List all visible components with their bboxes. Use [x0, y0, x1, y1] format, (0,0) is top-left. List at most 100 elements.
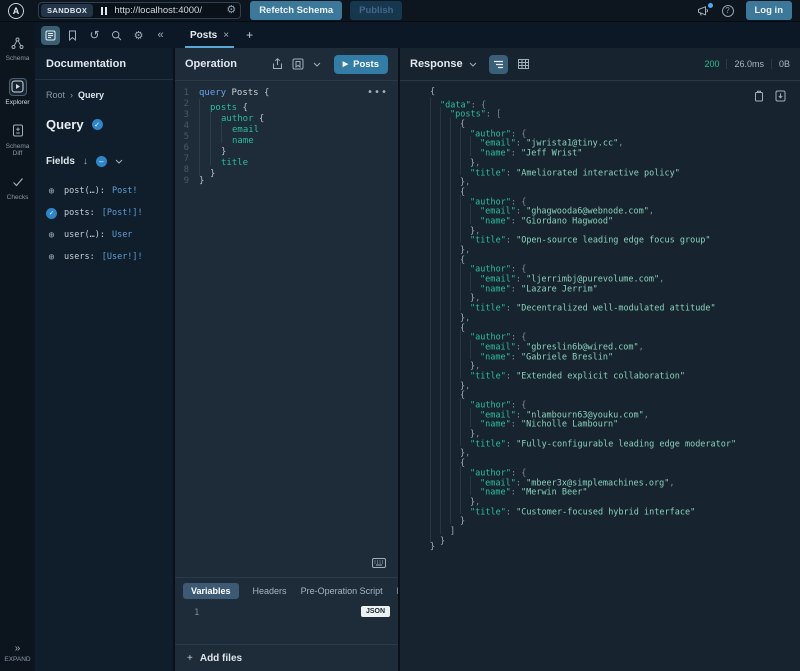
response-metrics: 200 26.0ms 0B	[704, 59, 790, 69]
new-tab-button[interactable]: +	[246, 28, 253, 42]
notification-dot	[708, 3, 713, 8]
download-response-icon[interactable]	[775, 90, 786, 102]
sidebar-item-schema[interactable]: Schema	[6, 34, 30, 63]
response-json-line: }	[430, 543, 800, 553]
response-json-line: "author": {	[430, 195, 800, 205]
operation-panel: Operation ▶ Posts	[175, 48, 400, 671]
apollo-sandbox-app: A SANDBOX http://localhost:4000/ ⚙ Refet…	[0, 0, 800, 671]
field-type-link[interactable]: [Post!]!	[102, 208, 143, 218]
settings-gear-icon[interactable]: ⚙	[129, 26, 148, 45]
operation-bottom-tabs: Variables Headers Pre-Operation Script Post…	[175, 578, 398, 602]
save-options-chevron-icon[interactable]	[313, 62, 321, 67]
response-json-line: "data": {	[430, 98, 800, 108]
connection-settings-gear-icon[interactable]: ⚙	[226, 5, 236, 16]
documentation-panel: Documentation Root › Query Query ✓ Field	[35, 48, 175, 671]
field-item[interactable]: ⊕users:[User!]!	[46, 246, 162, 268]
operation-settings-section: Variables Headers Pre-Operation Script Post…	[175, 577, 398, 671]
pause-polling-icon[interactable]	[101, 7, 107, 15]
endpoint-url-input[interactable]: http://localhost:4000/	[114, 5, 226, 16]
response-json-line: "author": {	[430, 466, 800, 476]
operation-bottom-tab-pre-operation-script[interactable]: Pre-Operation Script	[301, 583, 383, 599]
help-icon[interactable]: ?	[722, 5, 734, 17]
query-line: 8}	[175, 165, 398, 176]
response-json-line: "title": "Decentralized well-modulated a…	[430, 301, 800, 311]
login-button[interactable]: Log in	[746, 1, 793, 20]
collapse-panel-icon[interactable]: «	[151, 26, 170, 45]
operation-tab-posts[interactable]: Posts ×	[187, 22, 232, 48]
query-line: 4email	[175, 121, 398, 132]
operation-bottom-tab-variables[interactable]: Variables	[183, 583, 239, 599]
response-json-line: "posts": [	[430, 107, 800, 117]
field-plus-circle-icon[interactable]: ⊕	[46, 230, 57, 241]
share-operation-icon[interactable]	[272, 58, 283, 70]
response-json-line: "title": "Fully-configurable leading edg…	[430, 437, 800, 447]
field-plus-circle-icon[interactable]: ⊕	[46, 186, 57, 197]
filter-minus-icon[interactable]: –	[96, 156, 107, 167]
close-tab-icon[interactable]: ×	[223, 30, 229, 41]
documentation-panel-icon[interactable]	[41, 26, 60, 45]
response-json-line: "author": {	[430, 398, 800, 408]
response-json-line: "email": "jwrista1@tiny.cc",	[430, 136, 800, 146]
sandbox-badge: SANDBOX	[41, 4, 93, 17]
query-editor[interactable]: 1query Posts {2posts {3author {4email5na…	[175, 81, 398, 577]
search-icon[interactable]	[107, 26, 126, 45]
run-operation-button[interactable]: ▶ Posts	[334, 55, 388, 74]
breadcrumb-root[interactable]: Root	[46, 90, 65, 100]
sort-arrow-icon[interactable]: ↓	[83, 156, 88, 167]
response-json-line: "title": "Customer-focused hybrid interf…	[430, 505, 800, 515]
response-json-line: {	[430, 456, 800, 466]
field-item[interactable]: ⊕ post(…): Post!	[46, 180, 162, 202]
field-name: post(…):	[64, 186, 105, 196]
play-icon: ▶	[343, 60, 348, 68]
fields-chevron-down-icon[interactable]	[115, 159, 123, 164]
type-selected-check-icon: ✓	[92, 119, 103, 130]
response-size: 0B	[779, 59, 790, 69]
sidebar-expand-button[interactable]: » EXPAND	[4, 643, 30, 671]
response-json-line: ]	[430, 524, 800, 534]
save-to-collection-icon[interactable]	[292, 58, 304, 70]
response-json-line: "title": "Extended explicit collaboratio…	[430, 369, 800, 379]
response-json-line: "email": "ghagwooda6@webnode.com",	[430, 204, 800, 214]
checks-checkmark-icon	[9, 173, 27, 191]
add-files-button[interactable]: + Add files	[175, 644, 398, 671]
query-line: 5name	[175, 132, 398, 143]
json-mode-badge[interactable]: JSON	[361, 606, 390, 617]
response-json-line: "email": "ljerrimbj@purevolume.com",	[430, 272, 800, 282]
tree-view-toggle-icon[interactable]	[489, 55, 508, 74]
sidebar-item-schema-diff[interactable]: Schema Diff	[0, 122, 35, 159]
announcements-megaphone-icon[interactable]	[697, 5, 710, 17]
type-title: Query	[46, 117, 84, 132]
variables-editor[interactable]: 1 JSON	[175, 602, 398, 644]
sidebar-item-checks[interactable]: Checks	[7, 173, 29, 202]
saved-operations-bookmark-icon[interactable]	[63, 26, 82, 45]
explorer-play-icon	[9, 78, 27, 96]
field-type-link[interactable]: User	[112, 230, 132, 240]
operation-bottom-tab-post-operation-script[interactable]: Post-Operation Script	[397, 583, 398, 599]
history-icon[interactable]: ↺	[85, 26, 104, 45]
field-type-link[interactable]: Post!	[112, 186, 138, 196]
operation-bottom-tab-headers[interactable]: Headers	[253, 583, 287, 599]
query-line: 7title	[175, 154, 398, 165]
apollo-logo[interactable]: A	[8, 3, 24, 19]
field-type-link[interactable]: [User!]!	[102, 252, 143, 262]
field-item[interactable]: ⊕user(…):User	[46, 224, 162, 246]
response-json-line: {	[430, 253, 800, 263]
keyboard-shortcuts-icon[interactable]	[372, 558, 386, 568]
table-view-toggle-icon[interactable]	[514, 55, 533, 74]
response-json-viewer[interactable]: {"data": {"posts": [{"author": {"email":…	[400, 81, 800, 671]
query-line: 2posts {	[175, 99, 398, 110]
breadcrumb-separator-icon: ›	[70, 90, 73, 100]
field-item[interactable]: ✓posts:[Post!]!	[46, 202, 162, 224]
field-plus-circle-icon[interactable]: ⊕	[46, 252, 57, 263]
response-json-line: "email": "nlambourn63@youku.com",	[430, 408, 800, 418]
editor-kebab-menu-icon[interactable]: •••	[367, 87, 388, 98]
refetch-schema-button[interactable]: Refetch Schema	[250, 1, 342, 20]
variables-line-number: 1	[194, 608, 199, 618]
publish-button[interactable]: Publish	[350, 1, 402, 20]
response-json-line: "author": {	[430, 330, 800, 340]
copy-response-icon[interactable]	[754, 90, 764, 102]
response-chevron-down-icon[interactable]	[469, 62, 477, 67]
field-checked-icon[interactable]: ✓	[46, 208, 57, 219]
response-json-line: {	[430, 321, 800, 331]
sidebar-item-explorer[interactable]: Explorer	[5, 78, 29, 107]
